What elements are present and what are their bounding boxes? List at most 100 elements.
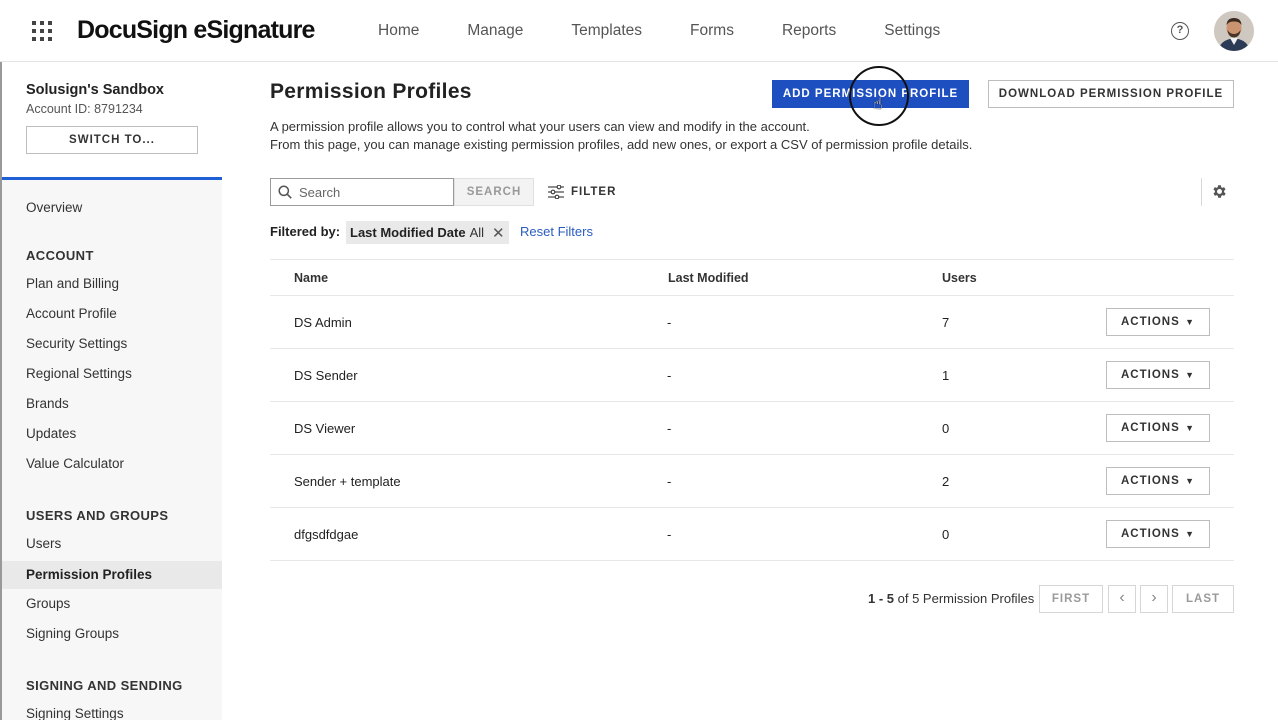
- actions-label: ACTIONS: [1121, 528, 1180, 540]
- actions-label: ACTIONS: [1121, 475, 1180, 487]
- table-row: DS Admin - 7 ACTIONS ▼: [270, 296, 1234, 349]
- caret-down-icon: ▼: [1185, 370, 1195, 380]
- row-last-modified: -: [667, 474, 672, 489]
- sidebar-item-value-calculator[interactable]: Value Calculator: [2, 450, 222, 478]
- filter-chip-last-modified: Last Modified Date All ✕: [346, 221, 509, 244]
- docusign-logo[interactable]: DocuSign eSignature: [77, 16, 315, 45]
- actions-dropdown-button[interactable]: ACTIONS ▼: [1106, 414, 1210, 442]
- close-icon[interactable]: ✕: [492, 224, 505, 242]
- account-switcher: Solusign's Sandbox Account ID: 8791234 S…: [2, 62, 222, 180]
- sidebar: Solusign's Sandbox Account ID: 8791234 S…: [0, 62, 222, 720]
- actions-dropdown-button[interactable]: ACTIONS ▼: [1106, 467, 1210, 495]
- nav-settings[interactable]: Settings: [884, 22, 940, 40]
- filter-chip-key: Last Modified Date: [350, 225, 466, 240]
- caret-down-icon: ▼: [1185, 317, 1195, 327]
- sidebar-item-updates[interactable]: Updates: [2, 420, 222, 448]
- reset-filters-link[interactable]: Reset Filters: [520, 224, 593, 239]
- chevron-right-icon[interactable]: ›: [1140, 585, 1168, 613]
- page-title: Permission Profiles: [270, 80, 472, 103]
- caret-down-icon: ▼: [1185, 476, 1195, 486]
- filter-sliders-icon: [548, 185, 564, 199]
- sidebar-item-signing-settings[interactable]: Signing Settings: [2, 700, 222, 720]
- help-circle-icon[interactable]: ?: [1171, 22, 1189, 40]
- add-permission-profile-button[interactable]: ADD PERMISSION PROFILE: [772, 80, 969, 108]
- filter-button[interactable]: FILTER: [548, 182, 616, 202]
- search-button[interactable]: SEARCH: [454, 178, 534, 206]
- sidebar-item-plan-billing[interactable]: Plan and Billing: [2, 270, 222, 298]
- nav-forms[interactable]: Forms: [690, 22, 734, 40]
- sidebar-item-groups[interactable]: Groups: [2, 590, 222, 618]
- sidebar-item-account-profile[interactable]: Account Profile: [2, 300, 222, 328]
- chevron-left-icon[interactable]: ‹: [1108, 585, 1136, 613]
- column-header-last-modified[interactable]: Last Modified: [668, 271, 749, 285]
- row-name[interactable]: dfgsdfdgae: [294, 527, 358, 542]
- actions-label: ACTIONS: [1121, 422, 1180, 434]
- row-last-modified: -: [667, 315, 672, 330]
- app-grid-icon[interactable]: [32, 21, 52, 41]
- search-input[interactable]: [299, 182, 449, 202]
- row-last-modified: -: [667, 421, 672, 436]
- sidebar-heading-account: ACCOUNT: [26, 248, 94, 263]
- toolbar-divider: [1201, 178, 1202, 206]
- pagination-total: of 5 Permission Profiles: [897, 591, 1035, 606]
- account-id: Account ID: 8791234: [26, 102, 143, 116]
- main-nav: Home Manage Templates Forms Reports Sett…: [378, 0, 988, 62]
- sidebar-item-permission-profiles[interactable]: Permission Profiles: [2, 561, 222, 589]
- row-name[interactable]: DS Viewer: [294, 421, 355, 436]
- table-row: DS Viewer - 0 ACTIONS ▼: [270, 402, 1234, 455]
- row-users: 7: [942, 315, 950, 330]
- gear-icon[interactable]: [1211, 183, 1228, 200]
- row-name[interactable]: DS Admin: [294, 315, 352, 330]
- actions-dropdown-button[interactable]: ACTIONS ▼: [1106, 361, 1210, 389]
- sidebar-item-users[interactable]: Users: [2, 530, 222, 558]
- filter-label: FILTER: [571, 186, 617, 198]
- sidebar-heading-users-groups: USERS AND GROUPS: [26, 508, 169, 523]
- top-navigation-bar: DocuSign eSignature Home Manage Template…: [0, 0, 1278, 62]
- table-row: dfgsdfdgae - 0 ACTIONS ▼: [270, 508, 1234, 561]
- page-description-line-2: From this page, you can manage existing …: [270, 137, 973, 152]
- actions-dropdown-button[interactable]: ACTIONS ▼: [1106, 520, 1210, 548]
- first-page-button[interactable]: FIRST: [1039, 585, 1103, 613]
- nav-manage[interactable]: Manage: [467, 22, 523, 40]
- user-avatar[interactable]: [1214, 11, 1254, 51]
- account-name: Solusign's Sandbox: [26, 82, 164, 98]
- row-users: 0: [942, 421, 950, 436]
- column-header-name[interactable]: Name: [294, 271, 328, 285]
- sidebar-item-brands[interactable]: Brands: [2, 390, 222, 418]
- nav-templates[interactable]: Templates: [571, 22, 642, 40]
- actions-label: ACTIONS: [1121, 369, 1180, 381]
- caret-down-icon: ▼: [1185, 423, 1195, 433]
- download-permission-profile-button[interactable]: DOWNLOAD PERMISSION PROFILE: [988, 80, 1234, 108]
- table-header: Name Last Modified Users: [270, 259, 1234, 296]
- search-icon: [278, 185, 292, 199]
- sidebar-item-regional-settings[interactable]: Regional Settings: [2, 360, 222, 388]
- column-header-users[interactable]: Users: [942, 271, 977, 285]
- sidebar-item-signing-groups[interactable]: Signing Groups: [2, 620, 222, 648]
- nav-reports[interactable]: Reports: [782, 22, 836, 40]
- sidebar-item-security-settings[interactable]: Security Settings: [2, 330, 222, 358]
- search-field[interactable]: [270, 178, 454, 206]
- switch-account-button[interactable]: SWITCH TO...: [26, 126, 198, 154]
- filtered-by-label: Filtered by:: [270, 224, 341, 239]
- row-users: 1: [942, 368, 950, 383]
- pagination-summary: 1 - 5 of 5 Permission Profiles: [868, 591, 1034, 606]
- sidebar-item-overview[interactable]: Overview: [2, 194, 222, 222]
- last-page-button[interactable]: LAST: [1172, 585, 1234, 613]
- row-name[interactable]: DS Sender: [294, 368, 358, 383]
- actions-dropdown-button[interactable]: ACTIONS ▼: [1106, 308, 1210, 336]
- nav-home[interactable]: Home: [378, 22, 419, 40]
- row-last-modified: -: [667, 368, 672, 383]
- pagination-range: 1 - 5: [868, 591, 895, 606]
- filter-chip-value: All: [469, 225, 485, 240]
- table-row: DS Sender - 1 ACTIONS ▼: [270, 349, 1234, 402]
- table-row: Sender + template - 2 ACTIONS ▼: [270, 455, 1234, 508]
- row-users: 2: [942, 474, 950, 489]
- caret-down-icon: ▼: [1185, 529, 1195, 539]
- permission-profiles-table: Name Last Modified Users DS Admin - 7 AC…: [270, 259, 1234, 561]
- row-last-modified: -: [667, 527, 672, 542]
- row-name[interactable]: Sender + template: [294, 474, 401, 489]
- sidebar-heading-signing-sending: SIGNING AND SENDING: [26, 678, 183, 693]
- page-description-line-1: A permission profile allows you to contr…: [270, 119, 810, 134]
- actions-label: ACTIONS: [1121, 316, 1180, 328]
- row-users: 0: [942, 527, 950, 542]
